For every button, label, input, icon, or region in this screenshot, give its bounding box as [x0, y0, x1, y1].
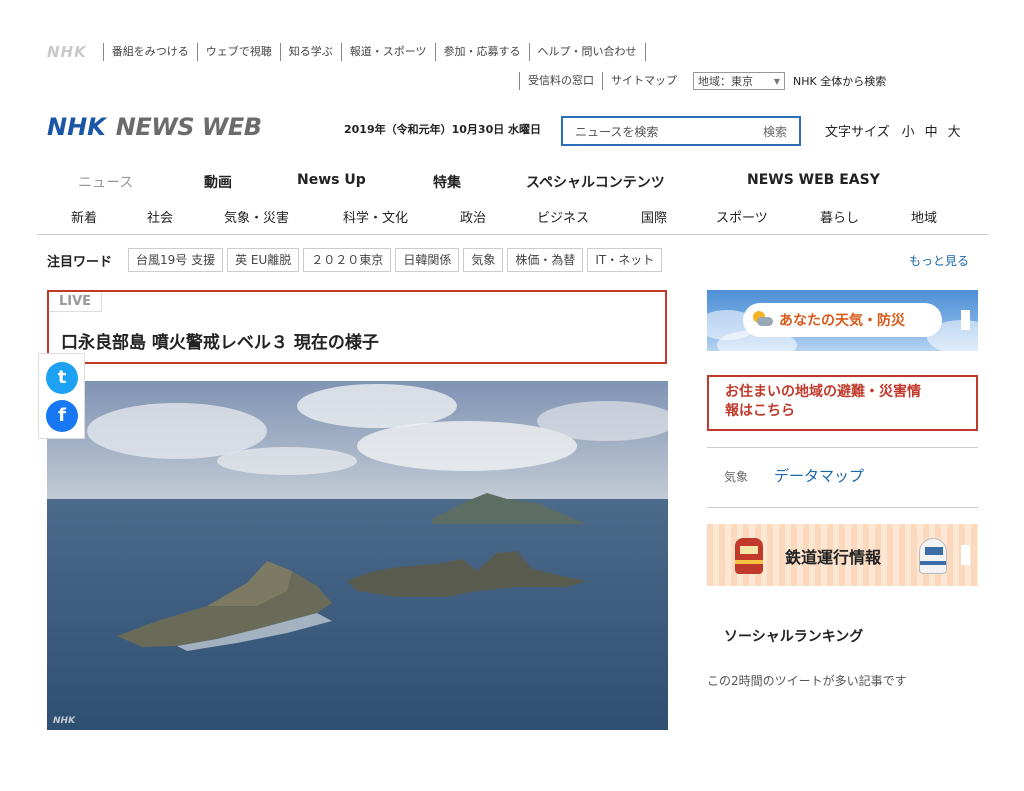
main-nav-features[interactable]: 特集	[433, 172, 461, 192]
category-science-culture[interactable]: 科学・文化	[343, 207, 408, 226]
volcanic-island-image	[47, 381, 668, 730]
main-nav-news-web-easy[interactable]: NEWS WEB EASY	[747, 172, 880, 188]
facebook-share-icon[interactable]: f	[46, 400, 78, 432]
category-latest[interactable]: 新着	[71, 207, 97, 226]
trending-keywords-label: 注目ワード	[47, 254, 113, 270]
keyword-tag[interactable]: 気象	[463, 248, 504, 272]
twitter-share-icon[interactable]: t	[46, 362, 78, 394]
nav-divider	[37, 234, 988, 235]
utility-nav: NHK 番組をみつける ウェブで視聴 知る学ぶ 報道・スポーツ 参加・応募する …	[47, 42, 646, 62]
util-link-find-programs[interactable]: 番組をみつける	[102, 43, 197, 61]
font-size-small-button[interactable]: 小	[902, 121, 915, 140]
banner-tab	[961, 545, 970, 565]
main-nav-news-up[interactable]: News Up	[297, 172, 366, 188]
datamap-link[interactable]: データマップ	[774, 465, 864, 486]
train-info-label: 鉄道運行情報	[785, 548, 882, 567]
site-logo[interactable]: NHK NEWS WEB	[47, 113, 262, 141]
shinkansen-icon	[919, 538, 947, 574]
util-link-reception-fee[interactable]: 受信料の窓口	[519, 72, 602, 90]
more-keywords-link[interactable]: もっと見る	[909, 252, 969, 269]
category-sports[interactable]: スポーツ	[716, 207, 768, 226]
social-ranking-title: ソーシャルランキング	[724, 629, 864, 645]
train-info-banner[interactable]: 鉄道運行情報	[707, 524, 978, 586]
nhk-brand-logo[interactable]: NHK	[47, 43, 87, 61]
region-select[interactable]: 地域：東京 ▼	[693, 72, 785, 90]
category-regional[interactable]: 地域	[911, 207, 937, 226]
weather-icon	[753, 310, 773, 330]
weather-datamap: 気象 データマップ	[724, 465, 864, 486]
weather-banner-pill: あなたの天気・防災	[743, 303, 942, 337]
font-size-control: 文字サイズ 小 中 大	[825, 121, 961, 140]
trending-keywords: 注目ワード 台風19号 支援 英 EU離脱 ２０２０東京 日韓関係 気象 株価・…	[47, 248, 663, 272]
font-size-large-button[interactable]: 大	[948, 121, 961, 140]
category-business[interactable]: ビジネス	[537, 207, 589, 226]
font-size-label: 文字サイズ	[825, 125, 890, 140]
news-search-form: ニュースを検索 検索	[561, 116, 801, 146]
weather-banner-label: あなたの天気・防災	[779, 313, 905, 329]
util-link-sitemap[interactable]: サイトマップ	[602, 72, 685, 90]
utility-nav-secondary: 受信料の窓口 サイトマップ 地域：東京 ▼ NHK 全体から検索	[519, 71, 886, 91]
util-link-learn[interactable]: 知る学ぶ	[279, 43, 341, 61]
datamap-category-label: 気象	[724, 470, 749, 484]
category-living[interactable]: 暮らし	[820, 207, 859, 226]
search-input[interactable]: ニュースを検索	[575, 123, 658, 140]
keyword-tag[interactable]: 英 EU離脱	[227, 248, 300, 272]
category-international[interactable]: 国際	[641, 207, 667, 226]
category-nav: 新着 社会 気象・災害 科学・文化 政治 ビジネス 国際 スポーツ 暮らし 地域	[47, 207, 988, 227]
logo-news-web: NEWS WEB	[115, 113, 262, 141]
nhk-global-search-link[interactable]: NHK 全体から検索	[793, 73, 886, 89]
search-button[interactable]: 検索	[763, 123, 787, 140]
weather-disaster-banner[interactable]: あなたの天気・防災	[707, 290, 978, 351]
util-link-watch-web[interactable]: ウェブで視聴	[196, 43, 280, 61]
share-buttons: t f	[38, 353, 85, 439]
util-link-news-sports[interactable]: 報道・スポーツ	[340, 43, 435, 61]
keyword-tag[interactable]: 株価・為替	[507, 248, 584, 272]
keyword-tag[interactable]: 日韓関係	[395, 248, 460, 272]
lead-article-header[interactable]: LIVE 口永良部島 噴火警戒レベル３ 現在の様子	[47, 290, 667, 364]
category-society[interactable]: 社会	[147, 207, 173, 226]
logo-nhk: NHK	[47, 113, 106, 141]
live-badge: LIVE	[49, 292, 103, 312]
keyword-tag[interactable]: IT・ネット	[587, 248, 663, 272]
keyword-tag[interactable]: ２０２０東京	[303, 248, 392, 272]
evacuation-info-line1: お住まいの地域の避難・災害情	[725, 384, 921, 400]
social-ranking-subtitle: この2時間のツイートが多い記事です	[707, 674, 907, 688]
category-politics[interactable]: 政治	[460, 207, 486, 226]
main-nav-video[interactable]: 動画	[204, 172, 232, 192]
photo-credit: NHK	[53, 716, 76, 726]
util-link-help[interactable]: ヘルプ・問い合わせ	[528, 43, 646, 61]
current-date: 2019年（令和元年）10月30日 水曜日	[344, 123, 542, 136]
evacuation-info-link[interactable]: お住まいの地域の避難・災害情 報はこちら	[707, 375, 978, 431]
lead-article-photo[interactable]: NHK	[47, 381, 668, 730]
main-nav-news[interactable]: ニュース	[78, 172, 133, 192]
keyword-tag[interactable]: 台風19号 支援	[128, 248, 224, 272]
sidebar-divider	[707, 447, 978, 448]
main-nav: ニュース 動画 News Up 特集 スペシャルコンテンツ NEWS WEB E…	[47, 172, 988, 194]
util-link-participate[interactable]: 参加・応募する	[434, 43, 529, 61]
font-size-medium-button[interactable]: 中	[925, 121, 938, 140]
region-select-value: 地域：東京	[698, 75, 753, 88]
main-nav-special-content[interactable]: スペシャルコンテンツ	[526, 172, 665, 192]
train-icon	[735, 538, 763, 574]
category-weather-disaster[interactable]: 気象・災害	[224, 207, 289, 226]
banner-tab	[961, 310, 970, 330]
evacuation-info-line2: 報はこちら	[725, 403, 795, 419]
lead-article-title[interactable]: 口永良部島 噴火警戒レベル３ 現在の様子	[61, 328, 379, 353]
chevron-down-icon: ▼	[773, 76, 780, 86]
sidebar-divider	[707, 507, 978, 508]
